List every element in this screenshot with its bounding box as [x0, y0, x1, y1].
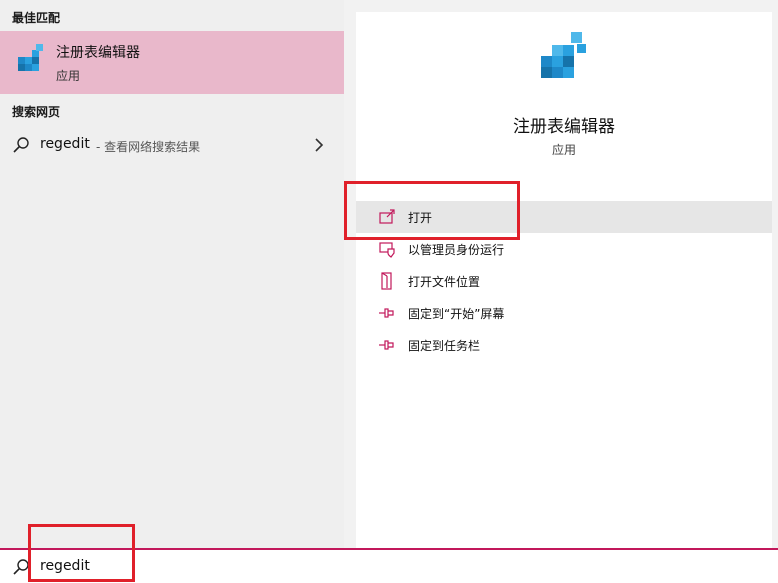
web-search-hint: - 查看网络搜索结果 [96, 140, 201, 154]
registry-editor-icon [541, 32, 586, 78]
best-match-header: 最佳匹配 [12, 11, 61, 25]
detail-subtitle: 应用 [551, 143, 576, 157]
results-pane: 最佳匹配 注册表编辑器 应用 搜索网页 regedit - 查看网络搜索结果 [0, 0, 344, 548]
pin-icon [379, 340, 394, 350]
open-icon [379, 209, 395, 224]
action-label: 以管理员身份运行 [408, 243, 505, 257]
action-list: 打开 以管理员身份运行 打开文件位置 固定到“开始”屏幕 固定到任务栏 [356, 201, 772, 361]
action-open-file-location[interactable]: 打开文件位置 [356, 265, 772, 297]
best-match-title: 注册表编辑器 [56, 45, 140, 61]
action-pin-to-start[interactable]: 固定到“开始”屏幕 [356, 297, 772, 329]
action-label: 打开文件位置 [408, 275, 481, 289]
chevron-right-icon[interactable] [312, 136, 326, 154]
action-pin-to-taskbar[interactable]: 固定到任务栏 [356, 329, 772, 361]
detail-pane: 注册表编辑器 应用 打开 以管理员身份运行 打开文件位置 固定到“开始”屏幕 固… [356, 12, 772, 548]
action-open[interactable]: 打开 [356, 201, 772, 233]
action-label: 打开 [408, 211, 433, 225]
pin-icon [379, 308, 394, 318]
action-label: 固定到任务栏 [408, 339, 481, 353]
file-location-icon [381, 272, 392, 290]
registry-editor-icon [18, 44, 43, 71]
start-search-window: 最佳匹配 注册表编辑器 应用 搜索网页 regedit - 查看网络搜索结果 注… [0, 0, 778, 583]
web-search-query: regedit [40, 136, 90, 152]
detail-title: 注册表编辑器 [513, 117, 615, 137]
best-match-item[interactable]: 注册表编辑器 应用 [0, 31, 344, 94]
web-search-header: 搜索网页 [12, 105, 61, 119]
search-bar [0, 548, 778, 583]
action-run-as-admin[interactable]: 以管理员身份运行 [356, 233, 772, 265]
best-match-subtitle: 应用 [56, 69, 81, 83]
search-icon [13, 137, 29, 153]
search-icon [13, 559, 29, 575]
web-search-result[interactable]: regedit - 查看网络搜索结果 [0, 130, 344, 160]
action-label: 固定到“开始”屏幕 [408, 307, 505, 321]
run-as-admin-icon [379, 242, 395, 258]
search-input[interactable] [36, 554, 744, 578]
